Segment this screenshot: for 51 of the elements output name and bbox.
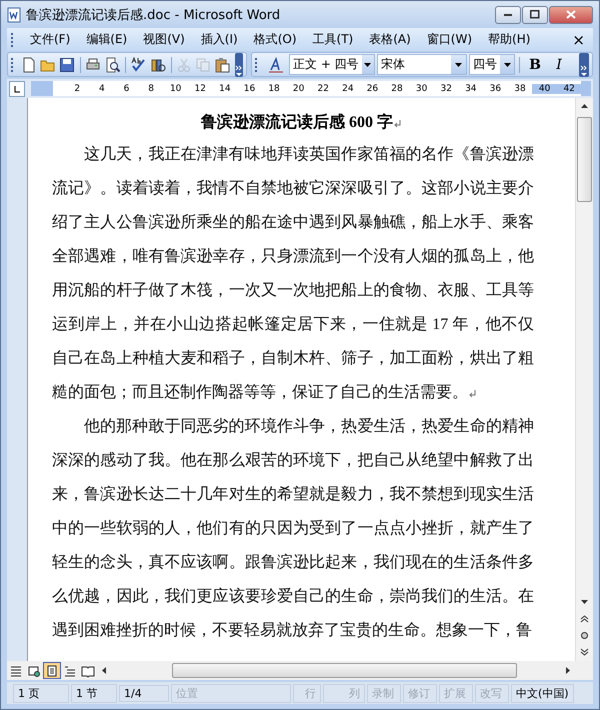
status-text: 录制 <box>367 684 401 702</box>
ruler-number: 16 <box>242 84 256 94</box>
menu-item[interactable]: 工具(T) <box>304 29 362 50</box>
ruler-number: 10 <box>168 84 182 94</box>
menu-item[interactable]: 表格(A) <box>361 29 419 50</box>
status-text: 列 <box>323 684 365 702</box>
body-paragraph: 他的那种敢于同恶劣的环境作斗争，热爱生活，热爱生命的精神深深的感动了我。他在那么艰苦的环境下，把自己从绝望中解救了出来，鲁滨逊长达二十几年对生的希望就是毅力，我不禁想到现实生活中的一些软弱的人，他们有的只因为受到了一点点小挫折，就产生了轻生的念头，真不应该啊。跟鲁滨逊比起来，我们现在的生活条件多么优越，因此，我们更应该要珍爱自己的生命，崇尚我们的生活。在遇到困难挫折的时候，不要轻易就放弃了宝贵的生命。想象一下，鲁 <box>52 416 534 641</box>
menu-item[interactable]: 视图(V) <box>135 29 193 50</box>
ruler-number: 4 <box>98 84 106 94</box>
menu-item[interactable]: 帮助(H) <box>480 29 538 50</box>
status-text: 1 页 <box>13 684 69 702</box>
status-text: 改写 <box>475 684 509 702</box>
ruler-number: 14 <box>218 84 232 94</box>
menu-item[interactable]: 窗口(W) <box>418 29 480 50</box>
menu-item[interactable]: 插入(I) <box>192 29 246 50</box>
ruler-number: 28 <box>390 84 404 94</box>
status-text: 位置 <box>171 684 291 702</box>
status-text: 修订 <box>403 684 437 702</box>
ruler-number: 20 <box>292 84 306 94</box>
ruler-number: 8 <box>147 84 155 94</box>
ruler-number: 6 <box>122 84 130 94</box>
status-text: 中文(中国) <box>511 684 574 702</box>
font-dropdown[interactable]: 宋体 <box>377 54 467 75</box>
ruler-number: 26 <box>366 84 380 94</box>
window-title: 鲁滨逊漂流记读后感.doc - Microsoft Word <box>26 6 282 24</box>
ruler-number: 2 <box>73 84 82 94</box>
menu-item[interactable]: 格式(O) <box>246 29 305 50</box>
status-text: 1 节 <box>71 684 117 702</box>
bold-button[interactable]: B <box>524 54 546 76</box>
ruler-number: 18 <box>267 84 281 94</box>
font-size-dropdown[interactable]: 四号 <box>469 54 515 75</box>
status-text: 扩展 <box>439 684 473 702</box>
status-text: 1/4 <box>119 684 169 702</box>
ruler-number: 30 <box>414 84 428 94</box>
document-title: 鲁滨逊漂流记读后感 600 字 <box>52 110 551 136</box>
menu-item[interactable]: 编辑(E) <box>78 29 136 50</box>
italic-button[interactable]: I <box>548 54 570 76</box>
ruler-number: 34 <box>464 84 478 94</box>
ruler-number: 42 <box>556 84 582 94</box>
ruler-number: 32 <box>439 84 453 94</box>
status-text: 行 <box>293 684 321 702</box>
style-dropdown[interactable]: 正文 + 四号 <box>289 54 375 75</box>
ruler-number: 38 <box>513 84 527 94</box>
ruler-number: 12 <box>194 84 207 94</box>
close-document-button[interactable]: × <box>568 30 589 48</box>
ruler-number: 40 <box>532 84 557 94</box>
ruler-number: 22 <box>316 84 330 94</box>
menu-item[interactable]: 文件(F) <box>22 29 78 50</box>
ruler-number: 36 <box>488 84 502 94</box>
body-paragraph: 这几天，我正在津津有味地拜读英国作家笛福的名作《鲁滨逊漂流记》。读着读着，我情不自禁地被它深深吸引了。这部小说主要介绍了主人公鲁滨逊所乘坐的船在途中遇到风暴触礁，船上水手、乘客全部遇难，唯有鲁滨逊幸存，只身漂流到一个没有人烟的孤岛上，他用沉船的杆子做了木筏，一次又一次地把船上的食物、衣服、工具等运到岸上，并在小山边搭起帐篷定居下来，一住就是 17 年，他不仅自己在岛上种植大麦和稻子，自制木杵、筛子，加工面粉，烘出了粗糙的面包；而且还制作陶器等等，保证了自己的生活需要。 <box>52 144 534 403</box>
ruler-number: 24 <box>341 84 355 94</box>
